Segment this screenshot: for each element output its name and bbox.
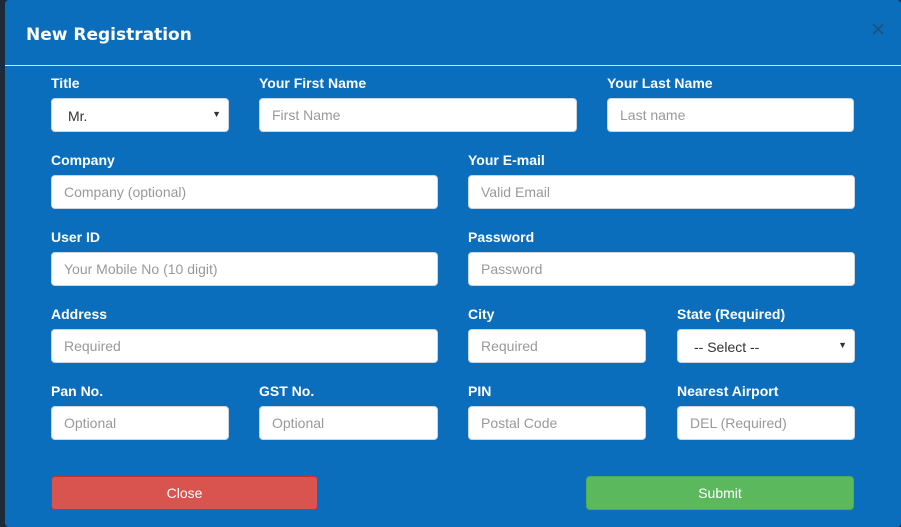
last-name-input[interactable]: [607, 98, 854, 132]
company-input[interactable]: [51, 175, 438, 209]
address-label: Address: [51, 306, 108, 322]
title-select[interactable]: Mr. ▼: [51, 98, 229, 132]
company-label: Company: [51, 152, 115, 168]
airport-label: Nearest Airport: [677, 383, 779, 399]
email-label: Your E-mail: [468, 152, 545, 168]
city-input[interactable]: [468, 329, 646, 363]
title-select-value: Mr.: [68, 108, 88, 124]
state-select-value: -- Select --: [694, 339, 760, 355]
last-name-label: Your Last Name: [607, 75, 713, 91]
pan-input[interactable]: [51, 406, 229, 440]
user-id-label: User ID: [51, 229, 101, 245]
password-label: Password: [468, 229, 535, 245]
close-icon[interactable]: ×: [870, 20, 886, 39]
pin-label: PIN: [468, 383, 492, 399]
modal-header: New Registration ×: [5, 0, 901, 66]
gst-input[interactable]: [259, 406, 438, 440]
city-label: City: [468, 306, 495, 322]
email-input[interactable]: [468, 175, 855, 209]
first-name-input[interactable]: [259, 98, 577, 132]
submit-button[interactable]: Submit: [586, 476, 854, 510]
registration-modal: New Registration × Title Mr. ▼ Your Firs…: [5, 0, 901, 527]
modal-title: New Registration: [26, 25, 192, 45]
title-label: Title: [51, 75, 80, 91]
address-input[interactable]: [51, 329, 438, 363]
chevron-down-icon: ▼: [838, 340, 847, 350]
state-label: State (Required): [677, 306, 786, 322]
user-id-input[interactable]: [51, 252, 438, 286]
chevron-down-icon: ▼: [212, 109, 221, 119]
password-input[interactable]: [468, 252, 855, 286]
state-select[interactable]: -- Select -- ▼: [677, 329, 855, 363]
first-name-label: Your First Name: [259, 75, 367, 91]
gst-label: GST No.: [259, 383, 315, 399]
close-button[interactable]: Close: [51, 476, 318, 510]
airport-input[interactable]: [677, 406, 855, 440]
pan-label: Pan No.: [51, 383, 104, 399]
pin-input[interactable]: [468, 406, 646, 440]
